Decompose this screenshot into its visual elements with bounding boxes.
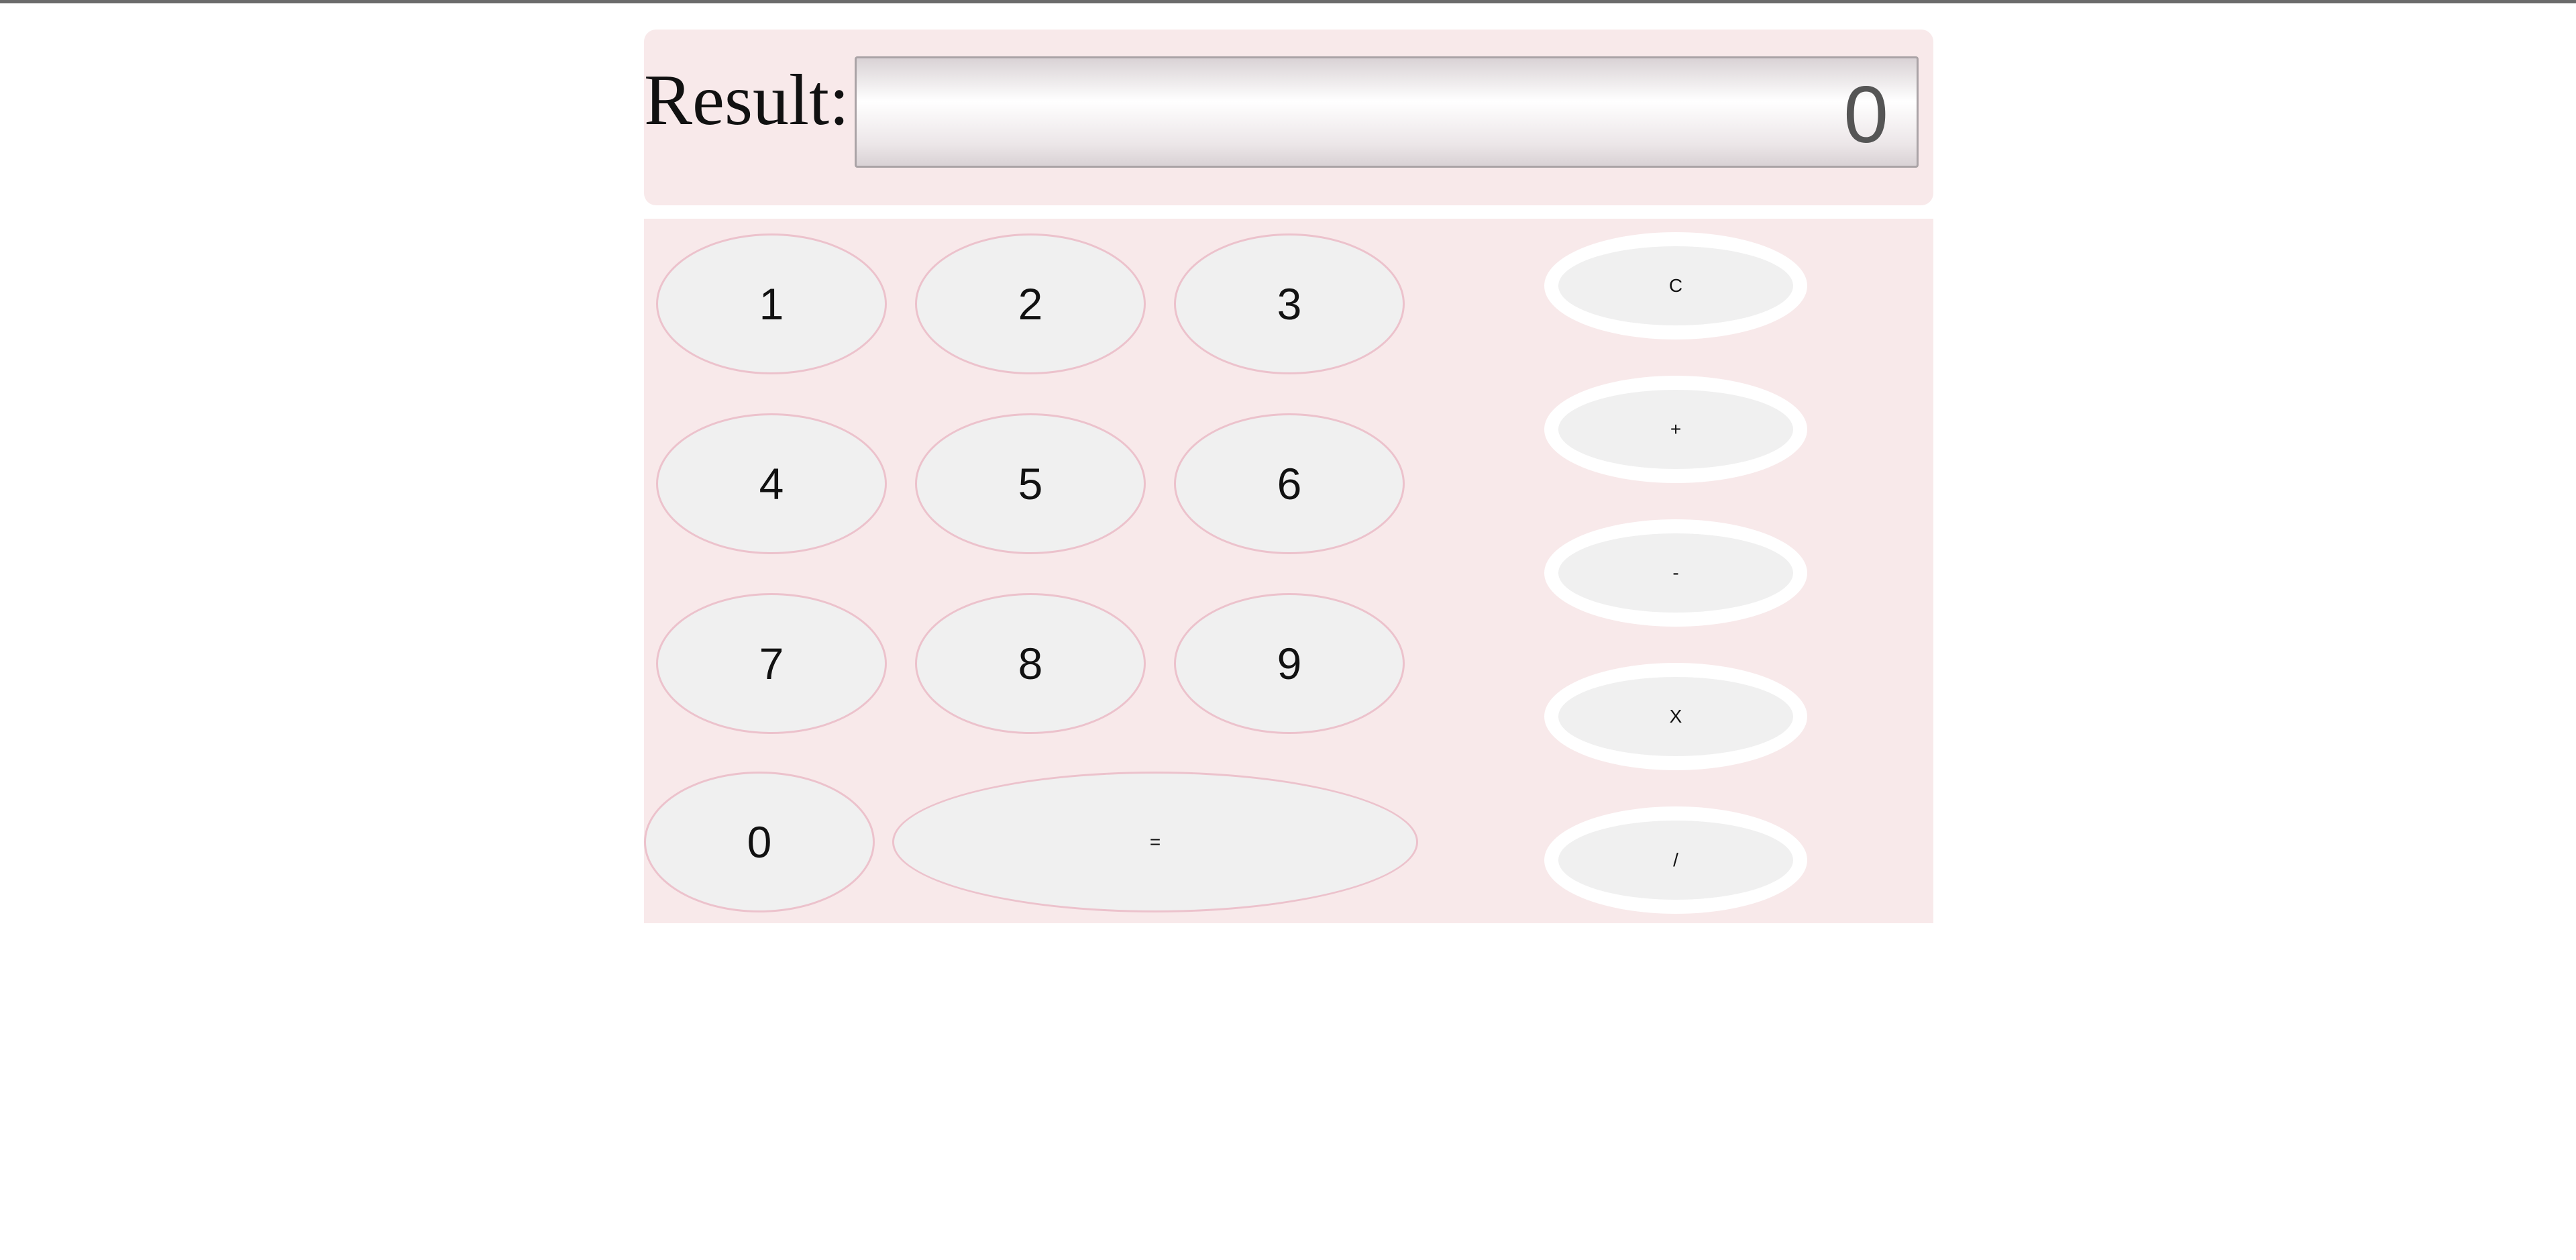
clear-button[interactable]: C <box>1544 232 1807 339</box>
add-button[interactable]: + <box>1544 376 1807 483</box>
digit-0-button[interactable]: 0 <box>644 772 875 912</box>
multiply-button[interactable]: X <box>1544 663 1807 770</box>
result-display: 0 <box>855 56 1919 168</box>
result-label: Result: <box>644 60 850 140</box>
digit-9-button[interactable]: 9 <box>1174 593 1405 734</box>
digit-5-button[interactable]: 5 <box>915 413 1146 554</box>
result-value: 0 <box>1843 70 1888 160</box>
digit-6-button[interactable]: 6 <box>1174 413 1405 554</box>
subtract-button[interactable]: - <box>1544 519 1807 627</box>
window-top-rule <box>0 0 2576 3</box>
digit-7-button[interactable]: 7 <box>656 593 887 734</box>
equals-button[interactable]: = <box>892 772 1418 912</box>
digit-8-button[interactable]: 8 <box>915 593 1146 734</box>
result-panel: Result: 0 <box>644 30 1933 205</box>
keypad: 1 2 3 4 5 6 7 8 9 0 = C + - X / <box>644 219 1933 923</box>
digit-2-button[interactable]: 2 <box>915 233 1146 374</box>
digit-1-button[interactable]: 1 <box>656 233 887 374</box>
digit-4-button[interactable]: 4 <box>656 413 887 554</box>
divide-button[interactable]: / <box>1544 806 1807 914</box>
digit-3-button[interactable]: 3 <box>1174 233 1405 374</box>
